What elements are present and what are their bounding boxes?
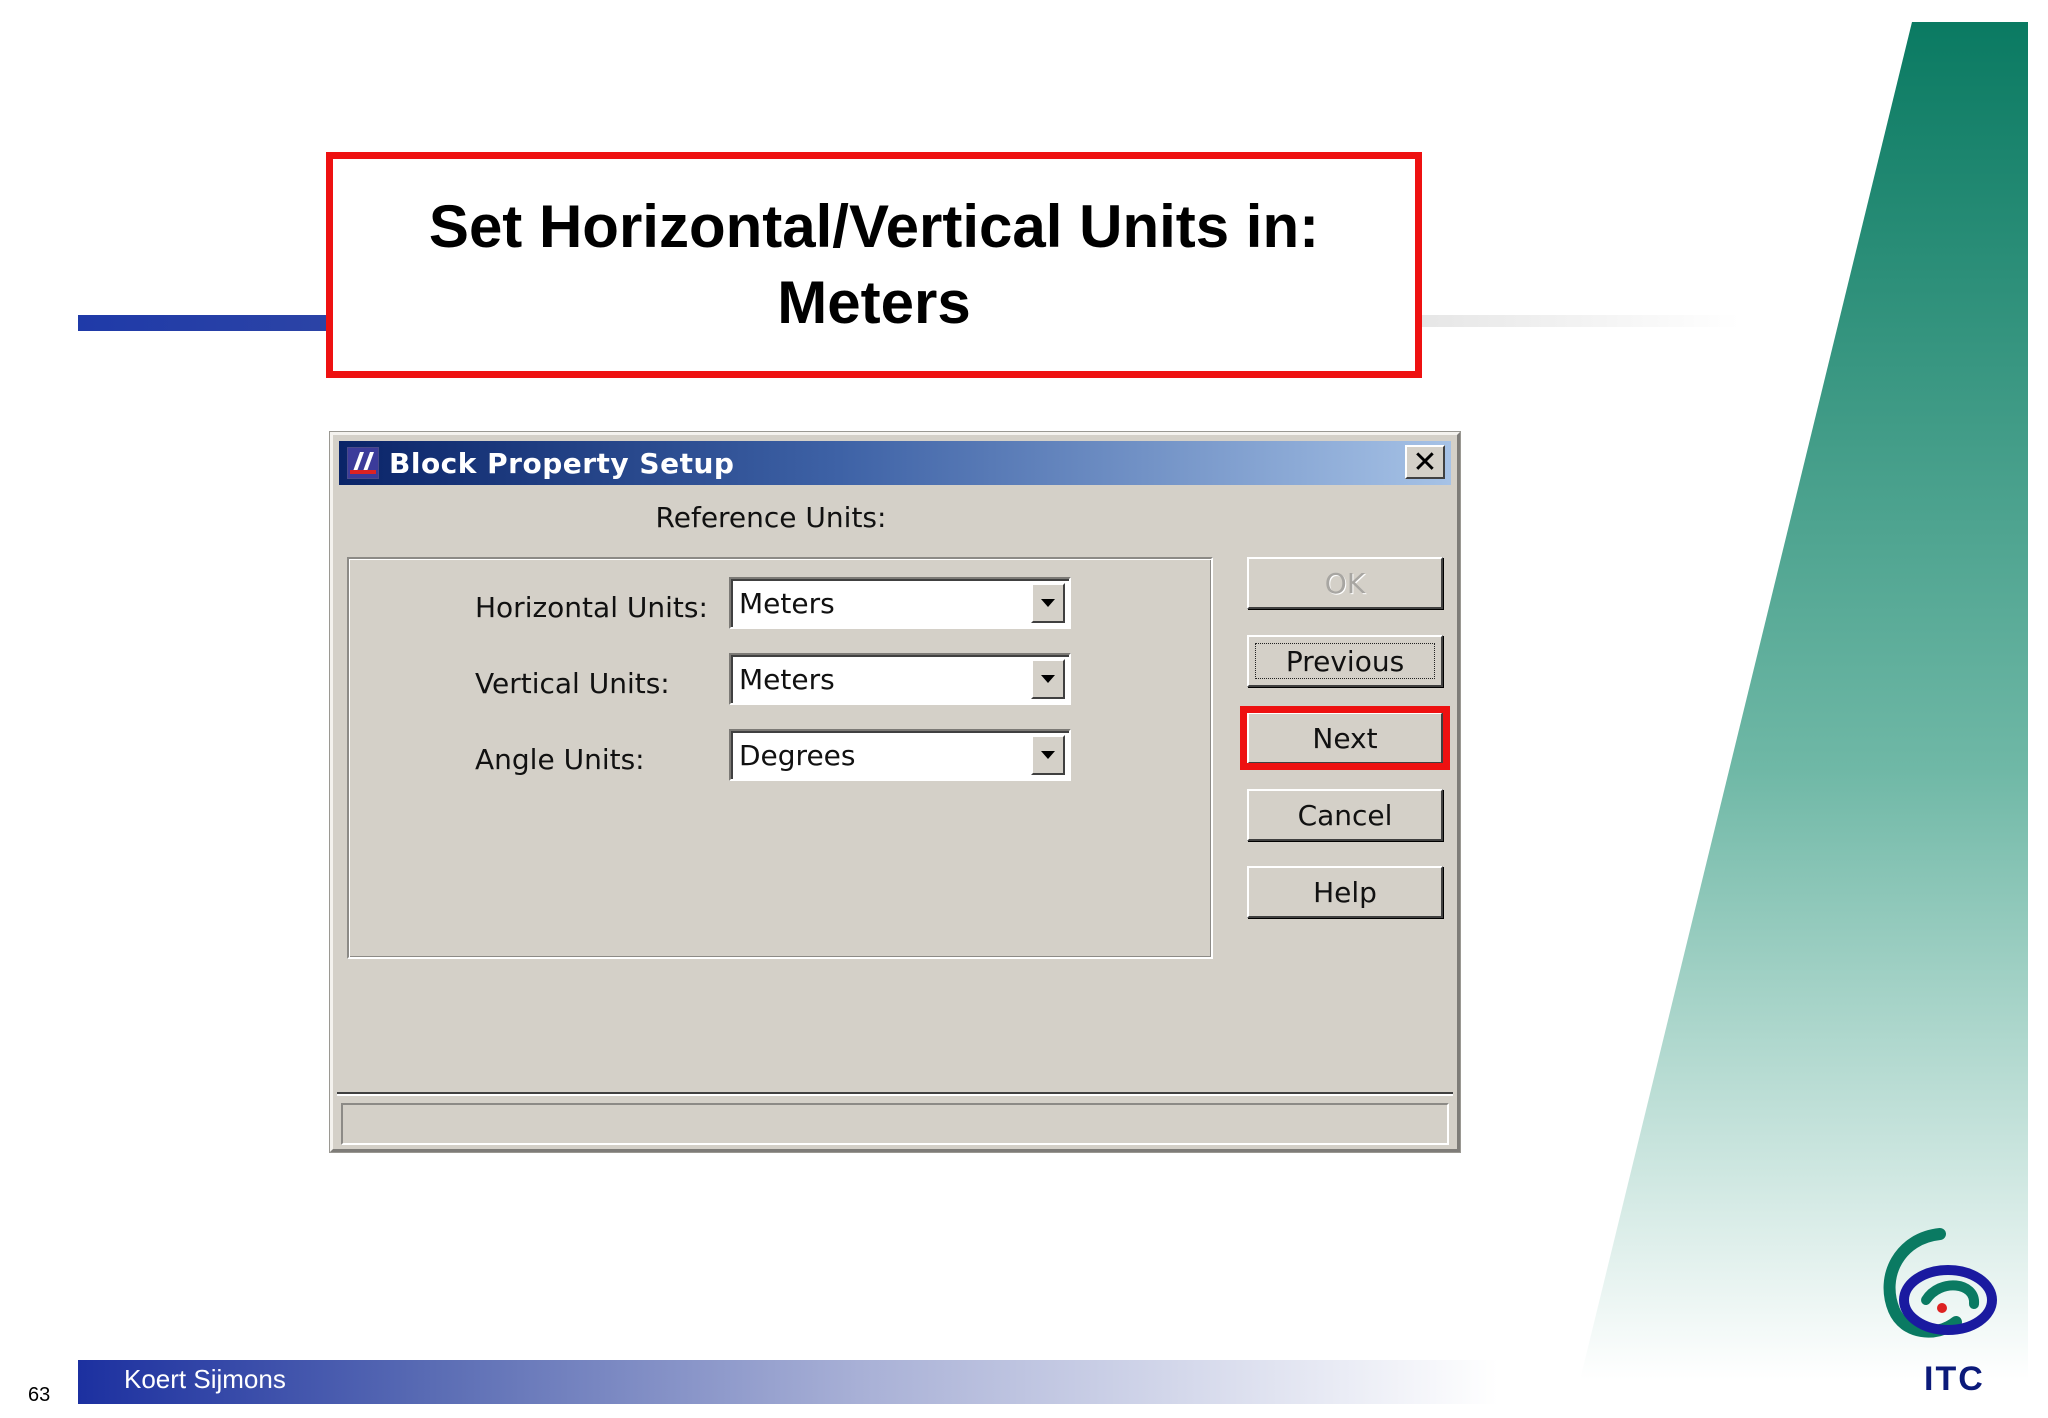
reference-units-groupbox: Horizontal Units: Meters Vertical Units:… [347,557,1213,959]
dropdown-arrow-button[interactable] [1031,583,1065,623]
dialog-separator [337,1092,1453,1096]
itc-logo-text: ITC [1924,1360,1985,1398]
horizontal-units-label: Horizontal Units: [475,591,708,624]
angle-units-select[interactable]: Degrees [729,729,1071,781]
dropdown-arrow-button[interactable] [1031,659,1065,699]
title-rule-left [78,315,338,331]
slide-title-box: Set Horizontal/Vertical Units in: Meters [326,152,1422,378]
footer-bar [78,1360,1498,1404]
dialog-status-bar [341,1103,1449,1145]
chevron-down-icon [1041,599,1055,607]
footer-author: Koert Sijmons [124,1364,286,1394]
reference-units-label: Reference Units: [655,501,887,534]
title-rule-right [1420,315,1740,327]
block-property-setup-dialog: Block Property Setup ✕ Reference Units: … [330,432,1460,1152]
app-icon [347,447,379,479]
chevron-down-icon [1041,675,1055,683]
slide-title-line1: Set Horizontal/Vertical Units in: [428,193,1320,260]
slide-title-line2: Meters [777,269,971,336]
vertical-units-label: Vertical Units: [475,667,670,700]
angle-units-value: Degrees [739,739,856,772]
dropdown-arrow-button[interactable] [1031,735,1065,775]
ok-button[interactable]: OK [1247,557,1443,609]
cancel-button[interactable]: Cancel [1247,789,1443,841]
vertical-units-value: Meters [739,663,835,696]
angle-units-label: Angle Units: [475,743,645,776]
previous-button[interactable]: Previous [1247,635,1443,687]
itc-logo-icon [1883,1228,1997,1338]
horizontal-units-value: Meters [739,587,835,620]
page-number: 63 [28,1384,51,1406]
help-button[interactable]: Help [1247,866,1443,918]
next-button-highlight [1240,706,1450,770]
dialog-titlebar[interactable]: Block Property Setup ✕ [339,441,1451,485]
vertical-units-select[interactable]: Meters [729,653,1071,705]
horizontal-units-select[interactable]: Meters [729,577,1071,629]
close-button[interactable]: ✕ [1405,444,1445,480]
close-icon: ✕ [1412,444,1438,480]
chevron-down-icon [1041,751,1055,759]
dialog-title: Block Property Setup [389,447,735,480]
